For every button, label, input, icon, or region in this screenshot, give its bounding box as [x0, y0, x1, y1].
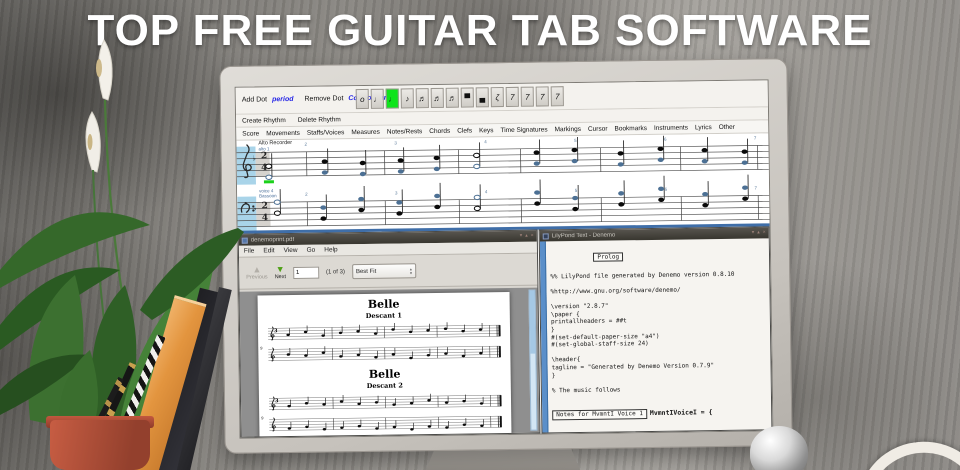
lilypond-window-title: LilyPond Text - Denemo	[551, 231, 616, 239]
measure-number: 5	[574, 187, 578, 194]
lilypond-window: LilyPond Text - Denemo ▾ ▴ × Prolog %% Lil…	[538, 226, 773, 434]
pdf-document-area[interactable]: Belle Descant 1 3 9 Belle Descant 2 3 9	[239, 287, 540, 437]
thirty-second-rest-button[interactable]: 7	[535, 86, 549, 107]
measure-number: 7	[753, 135, 757, 141]
menu-item[interactable]: Edit	[263, 247, 274, 254]
menu-item[interactable]: Cursor	[588, 125, 608, 132]
whole-note-button[interactable]: o	[355, 88, 369, 110]
flower-spadix	[87, 134, 93, 150]
pdf-toolbar: ▲ Previous ▼ Next (1 of 3) Best Fit ▴ ▾	[238, 253, 538, 290]
headphone-earcup	[750, 426, 808, 470]
menu-item[interactable]: Time Signatures	[500, 126, 547, 134]
music-system: 9	[258, 342, 510, 364]
menu-item[interactable]: Movements	[266, 129, 300, 136]
eighth-rest-button[interactable]: 7	[505, 86, 519, 107]
menu-item[interactable]: Measures	[351, 128, 380, 135]
headphone-band	[852, 434, 960, 470]
sixteenth-rest-button[interactable]: 7	[520, 86, 534, 107]
menu-item[interactable]: View	[284, 247, 298, 254]
quarter-rest-button[interactable]: ζ	[490, 87, 504, 108]
lilypond-text[interactable]: Prolog %% LilyPond file generated by Den…	[550, 240, 771, 433]
pdf-page: Belle Descant 1 3 9 Belle Descant 2 3 9	[257, 291, 513, 437]
code-line: % The music follows	[551, 386, 621, 395]
menu-item[interactable]: Other	[719, 123, 735, 130]
next-page-button[interactable]: ▼ Next	[275, 263, 287, 281]
measure-number: 4	[484, 139, 487, 145]
menu-item[interactable]: Clefs	[457, 127, 472, 134]
menu-item[interactable]: Help	[324, 246, 337, 253]
notes-section-button[interactable]: Notes for MvmntI Voice 1	[552, 409, 647, 421]
pdf-viewer-window: denemoprint.pdf ▾ ▴ × File Edit View Go Help ▲…	[237, 229, 541, 438]
measure-number: 5	[574, 138, 577, 144]
measure-number: 4	[484, 189, 488, 195]
menu-item[interactable]: Instruments	[654, 124, 688, 131]
eighth-note-button[interactable]: ♪	[400, 88, 414, 109]
maximize-icon[interactable]: ▴	[525, 233, 528, 239]
score-canvas	[236, 135, 772, 232]
delete-rhythm-button[interactable]: Delete Rhythm	[298, 116, 341, 124]
sixteenth-note-button[interactable]: ♬	[415, 88, 429, 109]
whole-rest-button[interactable]: ▀	[460, 87, 474, 108]
menu-item[interactable]: Lyrics	[695, 124, 712, 131]
measure-number: 2	[304, 141, 307, 147]
system-number: 9	[261, 415, 264, 421]
music-system: 9	[259, 412, 511, 434]
screen: Add Dot period Remove Dot Control-period…	[234, 79, 774, 439]
lilypond-body: Prolog %% LilyPond file generated by Den…	[539, 238, 772, 433]
monitor: Add Dot period Remove Dot Control-period…	[219, 58, 793, 454]
voice-declaration: MvmntIVoiceI = {	[649, 408, 713, 418]
measure-number: 7	[754, 185, 758, 191]
thirty-second-note-button[interactable]: ♬	[430, 87, 444, 109]
prolog-button[interactable]: Prolog	[593, 251, 624, 262]
lilypond-window-icon	[542, 232, 549, 239]
add-dot-shortcut: period	[272, 95, 294, 104]
minimize-icon[interactable]: ▾	[520, 233, 523, 239]
sixty-fourth-rest-button[interactable]: 7	[550, 86, 564, 107]
next-icon: ▼	[275, 263, 285, 274]
staff2-time-signature: 24	[261, 201, 269, 224]
half-rest-button[interactable]: ▄	[475, 87, 489, 108]
measure-number: 6	[664, 186, 668, 192]
minimize-icon[interactable]: ▾	[752, 230, 755, 236]
page-count-label: (1 of 3)	[325, 268, 345, 276]
note-duration-buttons: o ♩ ♩ ♪ ♬ ♬ ♬ ▀ ▄ ζ 7 7 7 7	[355, 86, 564, 110]
menu-item[interactable]: Go	[307, 247, 316, 254]
measure-number: 2	[305, 191, 308, 197]
pdf-window-buttons: ▾ ▴ ×	[520, 233, 534, 239]
zoom-select[interactable]: Best Fit ▴ ▾	[351, 263, 417, 280]
pdf-time-signature: 3	[273, 328, 278, 335]
menu-item[interactable]: Keys	[479, 127, 494, 134]
remove-dot-button[interactable]: Remove Dot	[304, 95, 343, 103]
menu-item[interactable]: Notes/Rests	[387, 128, 423, 135]
measure-number: 3	[394, 140, 397, 146]
staff1-time-signature: 24	[260, 151, 268, 174]
system-number: 9	[260, 345, 263, 351]
page-number-input[interactable]	[292, 266, 320, 279]
pdf-scrollbar-thumb[interactable]	[529, 290, 536, 354]
menu-item[interactable]: Staffs/Voices	[307, 129, 345, 137]
menu-item[interactable]: Bookmarks	[614, 125, 647, 132]
menu-item[interactable]: Markings	[555, 125, 581, 132]
score-area[interactable]: Alto Recorder alto 1 234567 ♭ 24 voice 4…	[236, 133, 772, 232]
music-system: 3	[259, 391, 511, 413]
measure-number: 3	[394, 190, 398, 196]
scene: TOP FREE GUITAR TAB SOFTWARE Add Dot per…	[0, 0, 960, 470]
pdf-time-signature: 3	[274, 398, 279, 405]
flower-pot	[50, 420, 150, 470]
half-note-button[interactable]: ♩	[370, 88, 384, 109]
staff2-subname: Bassoon	[259, 193, 277, 199]
pdf-scrollbar[interactable]	[528, 289, 538, 431]
flower-spadix	[96, 59, 102, 77]
sixty-fourth-note-button[interactable]: ♬	[445, 87, 459, 108]
lilypond-scrollbar[interactable]	[539, 241, 549, 433]
close-icon[interactable]: ×	[531, 233, 534, 239]
close-icon[interactable]: ×	[763, 229, 766, 235]
lilypond-window-buttons: ▾ ▴ ×	[752, 229, 766, 236]
quarter-note-button[interactable]: ♩	[385, 88, 399, 109]
measure-number: 6	[663, 136, 667, 142]
maximize-icon[interactable]: ▴	[757, 229, 760, 235]
zoom-stepper-icon[interactable]: ▴ ▾	[410, 266, 412, 275]
music-system: 3	[258, 321, 510, 343]
menu-item[interactable]: Chords	[429, 127, 450, 134]
